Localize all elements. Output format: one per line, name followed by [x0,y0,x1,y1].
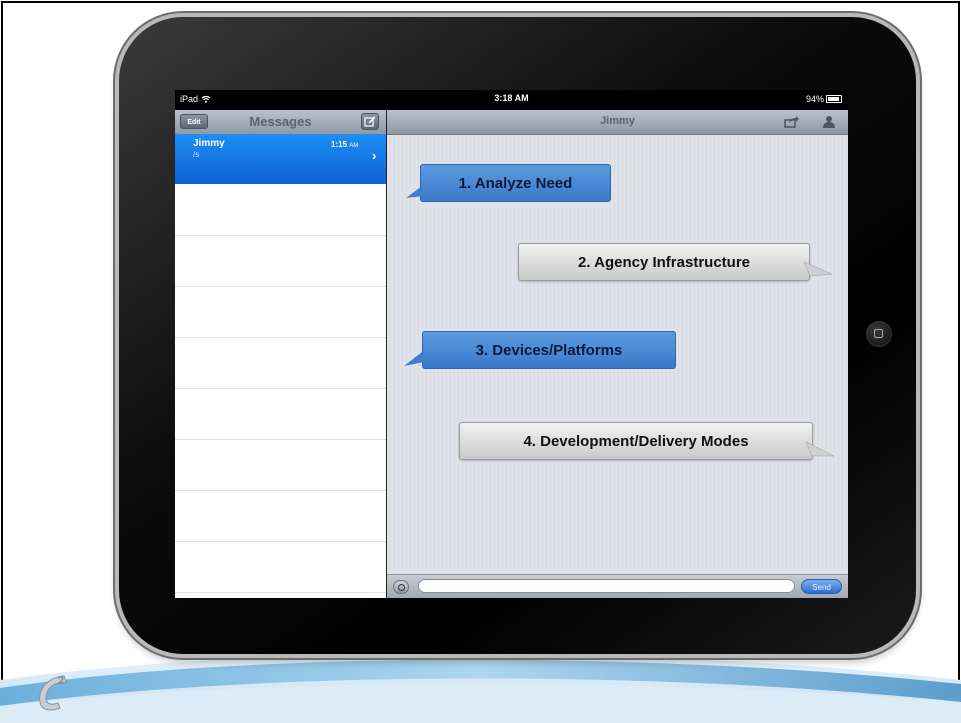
list-row-divider [175,286,386,287]
messages-title: Messages [249,114,312,129]
conversation-name: Jimmy [193,138,225,149]
callout-tail [803,261,833,277]
home-button-icon[interactable] [866,321,892,347]
compose-button[interactable] [361,113,379,130]
contact-icon[interactable] [823,115,835,128]
callout-development-delivery-modes: 4. Development/Delivery Modes [459,422,813,460]
message-input[interactable] [418,579,795,593]
conversation-preview: /s [193,150,200,159]
battery-percent: 94% [805,94,824,104]
share-icon[interactable] [784,116,799,128]
compose-icon [364,116,376,127]
list-row-divider [175,541,386,542]
callout-agency-infrastructure: 2. Agency Infrastructure [518,243,810,281]
conversation-title: Jimmy [600,115,635,127]
list-row-divider [175,592,386,593]
camera-icon[interactable] [393,580,409,594]
conversation-time: 1:15 AM [331,140,359,149]
list-row-divider [175,337,386,338]
callout-tail [805,441,835,457]
logo-icon: 2 [39,675,67,711]
battery-icon [826,95,842,103]
chevron-right-icon: › [372,148,377,163]
callout-analyze-need: 1. Analyze Need [420,164,611,202]
messages-list-pane: Edit Messages Jimmy /s 1:15 AM › [175,110,386,598]
svg-text:2: 2 [58,675,64,687]
messages-nav-bar: Edit Messages [175,110,386,135]
list-row-divider [175,439,386,440]
send-button[interactable]: Send [801,579,842,594]
callout-tail [406,186,424,198]
callout-tail [404,352,424,366]
list-row-divider [175,235,386,236]
callout-devices-platforms: 3. Devices/Platforms [422,331,676,369]
list-row-divider [175,490,386,491]
conversation-nav-bar: Jimmy [387,110,848,135]
status-time: 3:18 AM [494,93,529,103]
list-row-divider [175,388,386,389]
conversation-item-jimmy[interactable]: Jimmy /s 1:15 AM › [175,134,386,184]
message-compose-bar: Send [387,574,848,598]
status-bar: iPad 3:18 AM 94% [175,90,848,110]
